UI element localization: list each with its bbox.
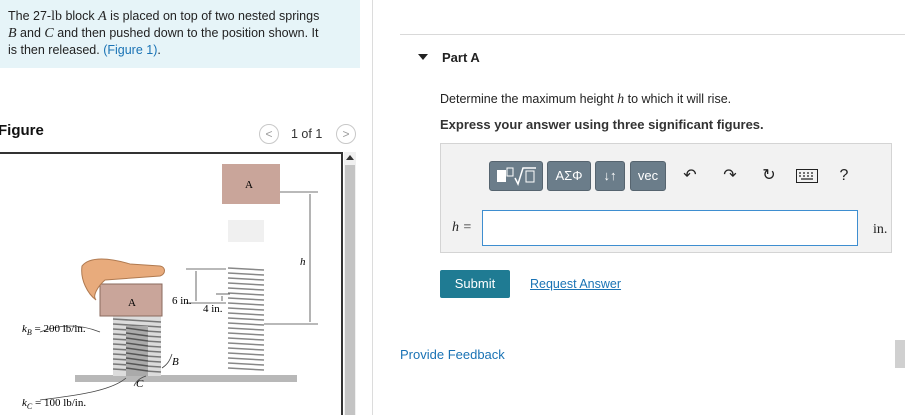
- chevron-left-icon: <: [265, 127, 273, 141]
- help-button[interactable]: ?: [831, 161, 857, 191]
- spring-released: [227, 267, 265, 371]
- figure-pager-text: 1 of 1: [291, 127, 323, 141]
- page-scrollbar-thumb[interactable]: [895, 340, 905, 368]
- spring-c: [125, 326, 149, 376]
- problem-var-b: B: [8, 26, 17, 41]
- templates-button[interactable]: [489, 161, 543, 191]
- reset-icon: ↻: [762, 167, 776, 184]
- problem-text-part: is placed on top of two nested springs: [106, 9, 320, 23]
- part-label: Part A: [442, 50, 480, 65]
- provide-feedback-link[interactable]: Provide Feedback: [400, 347, 505, 362]
- spring-ghost: [228, 220, 264, 242]
- label-kb: kB = 200 lb/in.: [22, 323, 86, 337]
- redo-icon: ↷: [723, 167, 737, 184]
- label-h: h: [300, 256, 306, 268]
- label-kc: kC = 100 lb/in.: [22, 397, 86, 411]
- problem-text-part: and: [16, 26, 45, 40]
- label-four-in: 4 in.: [203, 303, 223, 315]
- problem-text-part: and then pushed down to the position sho…: [53, 26, 319, 40]
- submit-button[interactable]: Submit: [440, 270, 510, 298]
- figure-scrollbar-thumb[interactable]: [345, 165, 355, 415]
- label-block-bottom: A: [128, 297, 136, 309]
- subscript-superscript-button[interactable]: ↓↑: [595, 161, 625, 191]
- vector-button[interactable]: vec: [630, 161, 666, 191]
- problem-text-part: block: [61, 9, 99, 23]
- problem-text-part: is then released.: [8, 43, 104, 57]
- answer-input[interactable]: [482, 210, 858, 246]
- part-separator: [400, 34, 905, 35]
- math-toolbar: ΑΣΦ ↓↑ vec ↶ ↷ ↻ ?: [489, 161, 848, 195]
- next-figure-button[interactable]: >: [336, 124, 356, 144]
- label-c: C: [136, 378, 144, 390]
- label-block-top: A: [245, 179, 253, 191]
- scroll-up-arrow-icon[interactable]: [346, 155, 354, 160]
- ground: [75, 375, 297, 382]
- problem-unit: lb: [51, 9, 62, 24]
- kc-value: = 100 lb/in.: [32, 397, 86, 409]
- collapse-caret-icon[interactable]: [418, 54, 428, 60]
- reset-button[interactable]: ↻: [756, 161, 782, 191]
- greek-symbols-button[interactable]: ΑΣΦ: [547, 161, 591, 191]
- chevron-right-icon: >: [342, 127, 350, 141]
- question-text-part: Determine the maximum height: [440, 92, 618, 106]
- spring-block-diagram: A A h 6 in. 4 in. kB = 200 lb/in. kC = 1…: [22, 164, 318, 411]
- answer-unit: in.: [873, 222, 888, 237]
- problem-text: The 27-lb block A is placed on top of tw…: [8, 8, 353, 58]
- problem-var-c: C: [44, 26, 54, 41]
- figure-link[interactable]: (Figure 1): [103, 43, 157, 57]
- prev-figure-button[interactable]: <: [259, 124, 279, 144]
- keyboard-button[interactable]: [794, 161, 820, 191]
- label-b: B: [172, 356, 179, 368]
- undo-button[interactable]: ↶: [677, 161, 703, 191]
- figure-title: Figure: [0, 122, 44, 139]
- question-text: Determine the maximum height h to which …: [440, 92, 731, 108]
- problem-var-a: A: [98, 9, 107, 24]
- templates-sqrt-icon: [497, 167, 536, 186]
- panel-divider: [372, 0, 373, 415]
- undo-icon: ↶: [683, 167, 697, 184]
- question-text-part: to which it will rise.: [624, 92, 732, 106]
- problem-text-part: .: [157, 43, 161, 57]
- keyboard-icon: [796, 169, 818, 183]
- redo-button[interactable]: ↷: [717, 161, 743, 191]
- kb-value: = 200 lb/in.: [32, 323, 86, 335]
- label-six-in: 6 in.: [172, 295, 192, 307]
- instruction-text: Express your answer using three signific…: [440, 117, 764, 132]
- answer-label: h =: [452, 220, 472, 235]
- problem-text-part: The 27-: [8, 9, 52, 23]
- request-answer-link[interactable]: Request Answer: [530, 277, 621, 291]
